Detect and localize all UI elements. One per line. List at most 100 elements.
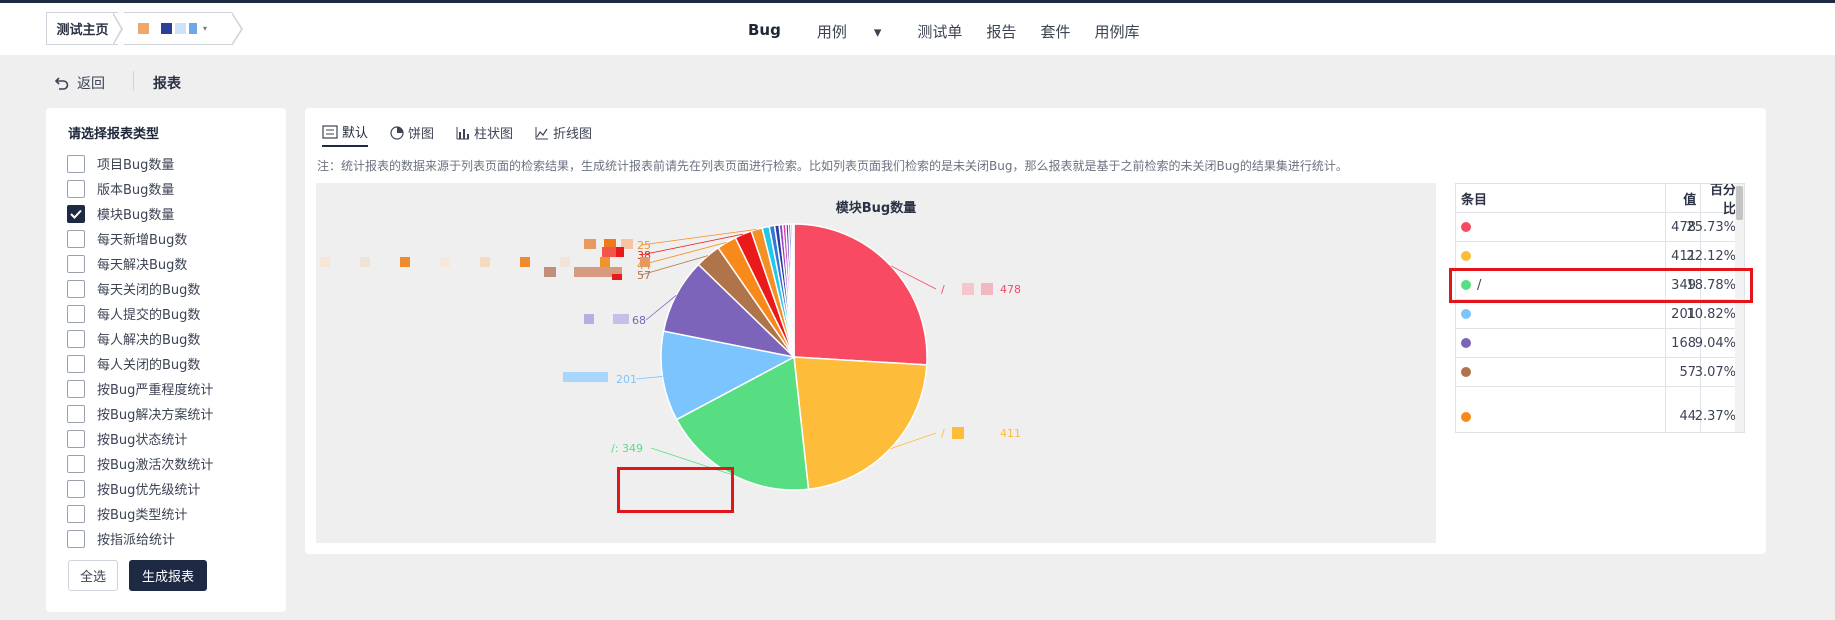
report-type-option[interactable]: 按Bug类型统计 — [67, 504, 187, 523]
cell-item — [1456, 387, 1667, 432]
report-type-option[interactable]: 版本Bug数量 — [67, 179, 174, 198]
redacted-label-block — [520, 257, 530, 267]
nav-suite[interactable]: 套件 — [1028, 21, 1082, 42]
back-button[interactable]: 返回 — [55, 73, 105, 93]
scrollbar-thumb[interactable] — [1736, 186, 1743, 220]
legend-dot — [1461, 338, 1471, 348]
redacted-block — [175, 23, 186, 34]
report-type-option[interactable]: 按指派给统计 — [67, 529, 175, 548]
main-nav: Bug 用例 ▾ 测试单 报告 套件 用例库 — [736, 21, 1151, 42]
table-row[interactable]: 168 9.04% — [1456, 329, 1744, 358]
highlight-box-table-row — [1449, 268, 1753, 303]
nav-caselib[interactable]: 用例库 — [1082, 21, 1151, 42]
table-row[interactable]: 57 3.07% — [1456, 358, 1744, 387]
table-row[interactable]: 201 10.82% — [1456, 300, 1744, 329]
report-type-option[interactable]: 每人关闭的Bug数 — [67, 354, 200, 373]
report-type-option[interactable]: 每人提交的Bug数 — [67, 304, 200, 323]
tab-bar-label: 柱状图 — [474, 127, 514, 142]
top-bar: 测试主页 ▾ Bug 用例 ▾ 测试单 报告 套件 用例库 — [0, 3, 1835, 55]
redacted-label-block — [600, 257, 610, 267]
option-label: 按Bug激活次数统计 — [97, 458, 214, 473]
checkbox-checked[interactable] — [67, 204, 85, 223]
redacted-label-block — [560, 257, 570, 267]
checkbox[interactable] — [67, 179, 85, 198]
option-label: 每天关闭的Bug数 — [97, 283, 201, 298]
select-all-button[interactable]: 全选 — [68, 560, 118, 591]
redacted-label-block — [584, 314, 594, 324]
data-label: 68 — [632, 314, 646, 327]
table-scrollbar[interactable] — [1735, 184, 1744, 432]
cell-item — [1456, 329, 1667, 357]
tab-default-label: 默认 — [342, 126, 369, 141]
redacted-label-block — [981, 283, 993, 295]
cell-item — [1456, 242, 1667, 270]
panel-title: 请选择报表类型 — [68, 127, 160, 142]
redacted-label-block — [440, 257, 450, 267]
report-type-option[interactable]: 每天新增Bug数 — [67, 229, 187, 248]
checkbox[interactable] — [67, 454, 85, 473]
report-type-option[interactable]: 每天解决Bug数 — [67, 254, 187, 273]
redacted-label-block — [616, 247, 624, 257]
report-type-option[interactable]: 每天关闭的Bug数 — [67, 279, 200, 298]
breadcrumb-product-selector[interactable]: ▾ — [124, 12, 232, 45]
data-label: / — [941, 283, 945, 296]
report-type-option[interactable]: 按Bug严重程度统计 — [67, 379, 213, 398]
redacted-label-block — [640, 257, 650, 267]
page-title: 报表 — [153, 76, 181, 92]
redacted-label-block — [584, 239, 596, 249]
pie-slice[interactable] — [793, 223, 928, 366]
nav-bug[interactable]: Bug — [736, 21, 793, 42]
redacted-block — [189, 23, 197, 34]
report-type-option[interactable]: 按Bug激活次数统计 — [67, 454, 213, 473]
checkbox[interactable] — [67, 154, 85, 173]
nav-testtask[interactable]: 测试单 — [905, 21, 974, 42]
check-icon — [70, 209, 82, 219]
checkbox[interactable] — [67, 279, 85, 298]
checkbox[interactable] — [67, 379, 85, 398]
checkbox[interactable] — [67, 504, 85, 523]
option-label: 每人提交的Bug数 — [97, 308, 201, 323]
bar-chart-icon — [456, 126, 470, 139]
breadcrumb-separator — [231, 12, 243, 46]
report-panel: 默认 饼图 柱状图 折线图 注：统计报表的数据来源于列表页面的检索结果，生成统计… — [305, 108, 1766, 554]
redacted-label-block — [544, 267, 556, 277]
report-type-option[interactable]: 每人解决的Bug数 — [67, 329, 200, 348]
tab-default[interactable]: 默认 — [322, 122, 369, 147]
checkbox[interactable] — [67, 429, 85, 448]
checkbox[interactable] — [67, 529, 85, 548]
redacted-label-block — [480, 257, 490, 267]
undo-icon — [55, 77, 69, 90]
checkbox[interactable] — [67, 329, 85, 348]
col-header-value: 值 — [1666, 184, 1702, 212]
redacted-block — [161, 23, 172, 34]
pie-slice[interactable] — [793, 356, 928, 491]
report-type-option[interactable]: 模块Bug数量 — [67, 204, 174, 223]
report-type-option[interactable]: 按Bug解决方案统计 — [67, 404, 213, 423]
checkbox[interactable] — [67, 229, 85, 248]
report-type-option[interactable]: 项目Bug数量 — [67, 154, 174, 173]
checkbox[interactable] — [67, 354, 85, 373]
tab-pie[interactable]: 饼图 — [390, 122, 434, 147]
tab-bar[interactable]: 柱状图 — [456, 122, 513, 147]
breadcrumb-home[interactable]: 测试主页 — [46, 12, 118, 45]
checkbox[interactable] — [67, 404, 85, 423]
checkbox[interactable] — [67, 254, 85, 273]
nav-case[interactable]: 用例 ▾ — [793, 21, 906, 42]
option-label: 按指派给统计 — [97, 533, 176, 548]
table-row[interactable]: 478 25.73% — [1456, 213, 1744, 242]
checkbox[interactable] — [67, 304, 85, 323]
redacted-label-block — [613, 314, 629, 324]
table-row[interactable]: 44 2.37% — [1456, 387, 1744, 432]
generate-report-button[interactable]: 生成报表 — [129, 560, 207, 591]
chart-tabs: 默认 饼图 柱状图 折线图 — [322, 122, 592, 147]
label-leader-line — [635, 376, 663, 380]
pie-chart: /478/411/: 3492016825384457 — [320, 223, 1021, 491]
report-type-option[interactable]: 按Bug优先级统计 — [67, 479, 200, 498]
table-row[interactable]: 411 22.12% — [1456, 242, 1744, 271]
line-chart-icon — [535, 126, 549, 139]
subbar-divider — [133, 71, 134, 91]
report-type-option[interactable]: 按Bug状态统计 — [67, 429, 187, 448]
tab-line[interactable]: 折线图 — [535, 122, 592, 147]
nav-report[interactable]: 报告 — [974, 21, 1028, 42]
checkbox[interactable] — [67, 479, 85, 498]
